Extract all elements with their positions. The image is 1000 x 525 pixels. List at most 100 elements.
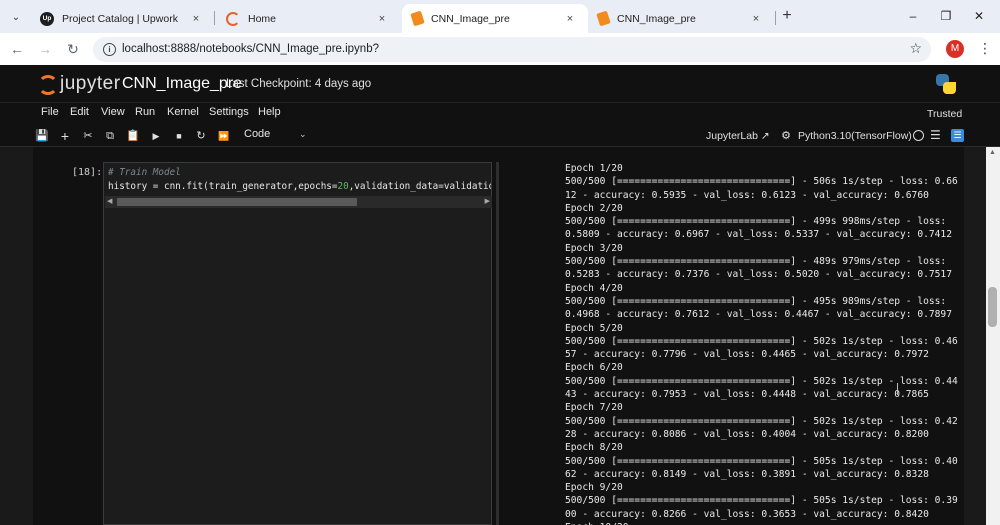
trusted-indicator[interactable]: Trusted <box>927 108 962 120</box>
sidebar-toggle-icon[interactable]: ☰ <box>951 129 964 142</box>
save-icon[interactable]: 💾 <box>34 128 50 144</box>
scroll-left-icon[interactable]: ◀ <box>107 196 112 208</box>
close-icon[interactable]: × <box>748 13 764 25</box>
jupyter-wordmark: jupyter <box>60 73 121 94</box>
horizontal-scrollbar[interactable]: ◀ ▶ <box>105 196 492 208</box>
output-line: 500/500 [==============================]… <box>565 375 958 387</box>
menu-settings[interactable]: Settings <box>209 106 249 118</box>
output-line: 500/500 [==============================]… <box>565 256 947 268</box>
menu-icon[interactable]: ☰ <box>930 128 941 142</box>
output-line: Epoch 10/20 <box>565 521 960 525</box>
tab-cnn-image-pre[interactable]: CNN_Image_pre × <box>588 4 774 33</box>
new-tab-button[interactable]: + <box>778 7 796 25</box>
menu-edit[interactable]: Edit <box>70 106 89 118</box>
jupyter-logo-icon <box>38 75 58 95</box>
upwork-icon: Up <box>40 11 54 26</box>
back-button[interactable]: ← <box>8 40 26 58</box>
code-prefix: history = cnn.fit(train_generator,epochs… <box>108 181 338 192</box>
reload-button[interactable]: ↻ <box>64 40 82 58</box>
output-line: 0.5809 - accuracy: 0.6967 - val_loss: 0.… <box>565 229 952 241</box>
output-line: Epoch 4/20 <box>565 282 623 294</box>
jupyter-logo[interactable]: jupyter <box>38 70 121 98</box>
tab-separator <box>775 11 776 25</box>
output-line: Epoch 2/20 <box>565 202 623 214</box>
stop-icon[interactable]: ■ <box>171 128 187 144</box>
insert-cell-icon[interactable]: + <box>57 128 73 144</box>
code-cell-editor[interactable]: # Train Model history = cnn.fit(train_ge… <box>103 162 492 525</box>
output-line: Epoch 1/20 <box>565 163 623 174</box>
tab-home[interactable]: Home × <box>216 4 400 33</box>
menu-view[interactable]: View <box>101 106 125 118</box>
url-text[interactable]: localhost:8888/notebooks/CNN_Image_pre.i… <box>122 37 379 62</box>
restart-icon[interactable]: ↻ <box>193 128 209 144</box>
jupyter-home-icon <box>226 11 240 26</box>
notebook-icon <box>596 10 611 27</box>
scroll-up-icon[interactable]: ▲ <box>989 149 996 156</box>
site-info-icon[interactable]: i <box>103 43 116 56</box>
output-line: 500/500 [==============================]… <box>565 176 958 188</box>
output-line: Epoch 5/20 <box>565 322 623 334</box>
output-line: 500/500 [==============================]… <box>565 455 958 467</box>
gear-icon[interactable]: ⚙ <box>778 128 794 144</box>
output-line: 500/500 [==============================]… <box>565 295 947 307</box>
close-icon[interactable]: × <box>374 13 390 25</box>
tab-upwork[interactable]: Up Project Catalog | Upwork × <box>30 4 214 33</box>
menu-file[interactable]: File <box>41 106 59 118</box>
output-line: 28 - accuracy: 0.8086 - val_loss: 0.4004… <box>565 428 929 440</box>
forward-button[interactable]: → <box>36 40 54 58</box>
tab-separator <box>214 11 215 25</box>
notebook-icon <box>410 10 425 27</box>
output-line: Epoch 7/20 <box>565 402 623 414</box>
cell-prompt: [18]: <box>72 167 103 178</box>
open-jupyterlab-link[interactable]: JupyterLab ↗ <box>706 130 770 142</box>
panel-divider[interactable] <box>496 162 499 525</box>
output-line: 57 - accuracy: 0.7796 - val_loss: 0.4465… <box>565 349 929 361</box>
scroll-right-icon[interactable]: ▶ <box>485 196 490 208</box>
output-line: 00 - accuracy: 0.8266 - val_loss: 0.3653… <box>565 508 929 520</box>
chevron-down-icon[interactable]: ⌄ <box>299 129 307 140</box>
window-close-icon[interactable]: ✕ <box>968 6 990 26</box>
notebook-toolbar: 💾 + ✂ ⧉ 📋 ▶ ■ ↻ ⏩ Code ⌄ JupyterLab ↗ ⚙ … <box>0 125 1000 147</box>
scrollbar-thumb[interactable] <box>117 198 357 206</box>
cell-type-select[interactable]: Code <box>244 128 270 140</box>
output-line: 43 - accuracy: 0.7953 - val_loss: 0.4448… <box>565 389 929 401</box>
notebook-panel: [18]: # Train Model history = cnn.fit(tr… <box>0 147 1000 525</box>
notebook-title[interactable]: CNN_Image_pre <box>122 75 242 93</box>
profile-avatar[interactable]: M <box>946 40 964 58</box>
jupyter-header: jupyter CNN_Image_pre Last Checkpoint: 4… <box>0 65 1000 103</box>
paste-icon[interactable]: 📋 <box>125 128 141 144</box>
code-text[interactable]: # Train Model history = cnn.fit(train_ge… <box>108 166 491 194</box>
kernel-status-icon <box>913 130 924 141</box>
close-icon[interactable]: × <box>188 13 204 25</box>
copy-icon[interactable]: ⧉ <box>102 128 118 144</box>
minimize-icon[interactable]: – <box>902 6 924 26</box>
last-checkpoint: Last Checkpoint: 4 days ago <box>226 78 372 90</box>
output-line: 0.4968 - accuracy: 0.7612 - val_loss: 0.… <box>565 309 952 321</box>
run-all-icon[interactable]: ⏩ <box>216 128 232 144</box>
code-number: 20 <box>337 181 349 192</box>
output-line: Epoch 9/20 <box>565 482 623 494</box>
run-icon[interactable]: ▶ <box>148 128 164 144</box>
cut-icon[interactable]: ✂ <box>80 128 96 144</box>
tab-title: CNN_Image_pre <box>431 12 510 25</box>
maximize-icon[interactable]: ❐ <box>935 6 957 26</box>
menu-run[interactable]: Run <box>135 106 155 118</box>
output-line: 62 - accuracy: 0.8149 - val_loss: 0.3891… <box>565 468 929 480</box>
output-line: 0.5283 - accuracy: 0.7376 - val_loss: 0.… <box>565 269 952 281</box>
menu-bar: File Edit View Run Kernel Settings Help … <box>0 103 1000 125</box>
output-line: Epoch 6/20 <box>565 362 623 374</box>
bookmark-star-icon[interactable]: ☆ <box>909 40 922 57</box>
code-suffix: ,validation_data=validation_generator) <box>348 181 491 192</box>
scrollbar-thumb[interactable] <box>988 287 997 327</box>
address-bar[interactable]: i localhost:8888/notebooks/CNN_Image_pre… <box>93 37 931 62</box>
tab-cnn-image-pre-active[interactable]: CNN_Image_pre × <box>402 4 588 33</box>
tab-search-button[interactable]: ⌄ <box>5 6 27 28</box>
menu-help[interactable]: Help <box>258 106 281 118</box>
output-line: 500/500 [==============================]… <box>565 415 958 427</box>
kernel-name[interactable]: Python3.10(TensorFlow) <box>798 130 912 142</box>
browser-menu-icon[interactable]: ⋮ <box>978 40 992 57</box>
vertical-scrollbar[interactable]: ▲ <box>986 147 1000 525</box>
close-icon[interactable]: × <box>562 13 578 25</box>
menu-kernel[interactable]: Kernel <box>167 106 199 118</box>
output-line: Epoch 3/20 <box>565 242 623 254</box>
